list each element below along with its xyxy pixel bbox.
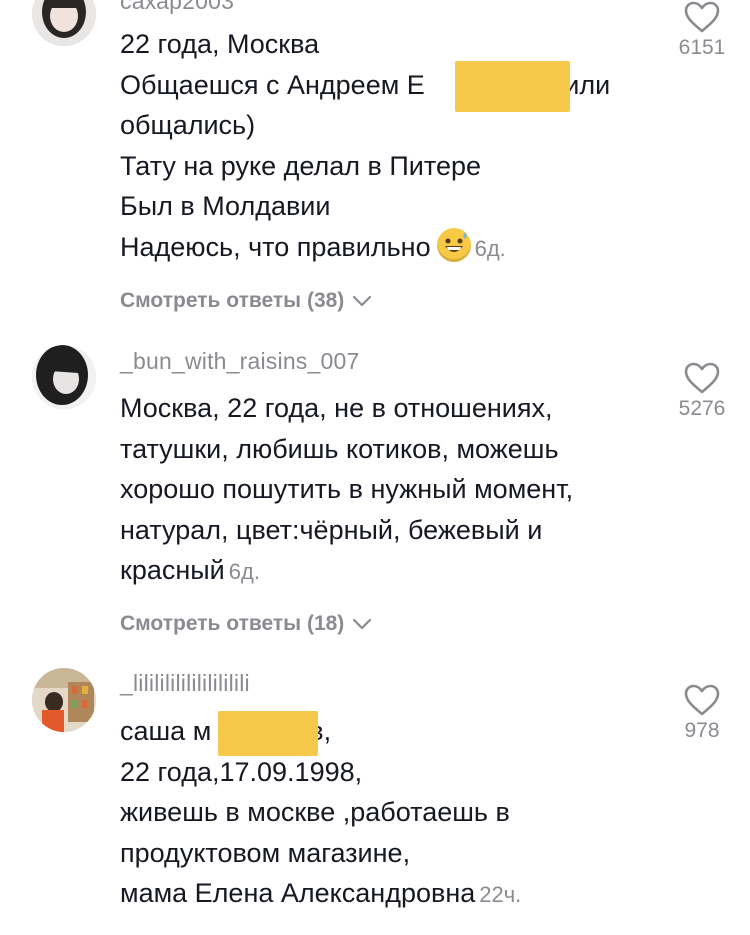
like-button[interactable]: 978 (667, 683, 737, 743)
heart-icon (667, 361, 737, 395)
like-count: 6151 (678, 36, 726, 59)
comment-line: 22 года, Москва (120, 29, 320, 59)
comment-line: Был в Молдавии (120, 191, 331, 221)
comment-line: мама Елена Александровна 22ч. (120, 878, 522, 908)
comment-line: Надеюсь, что правильно 6д. (120, 227, 640, 270)
comment-line: живешь в москве ,работаешь в (120, 797, 510, 827)
view-replies-label: Смотреть ответы (18) (120, 612, 345, 635)
like-button[interactable]: 5276 (667, 361, 737, 421)
chevron-down-icon (350, 612, 372, 636)
comment-text: Москва, 22 года, не в отношениях, татушк… (120, 388, 640, 593)
comment-timestamp: 22ч. (479, 882, 522, 907)
avatar[interactable] (32, 345, 96, 409)
like-count: 978 (684, 719, 720, 742)
comment-timestamp: 6д. (228, 559, 260, 584)
comment-text: саша м в, 22 года,17.09.1998, живешь в мо… (120, 711, 640, 916)
like-count: 5276 (678, 397, 726, 420)
comment-line: Тату на руке делал в Питере (120, 150, 481, 181)
comment-line: хорошо пошутить в нужный момент, (120, 474, 574, 504)
comment-line: красный 6д. (120, 555, 260, 585)
view-replies-label: Смотреть ответы (38) (120, 289, 345, 312)
heart-icon (667, 683, 737, 717)
grinning-sweat-emoji-icon (436, 227, 471, 262)
avatar[interactable] (32, 0, 96, 46)
view-replies-button[interactable]: Смотреть ответы (38) (120, 289, 372, 313)
comment-line: продуктовом магазине, (120, 837, 411, 868)
comment-line: 22 года,17.09.1998, (120, 756, 363, 787)
like-button[interactable]: 6151 (667, 0, 737, 60)
avatar[interactable] (32, 668, 96, 732)
comment-line: натурал, цвет:чёрный, бежевый и (120, 514, 543, 545)
chevron-down-icon (350, 289, 372, 313)
comment-line: татушки, любишь котиков, можешь (120, 433, 559, 464)
redaction-block (455, 61, 570, 112)
comment-timestamp: 6д. (474, 235, 506, 261)
redaction-block (218, 711, 318, 756)
view-replies-button[interactable]: Смотреть ответы (18) (120, 612, 372, 636)
heart-icon (667, 0, 737, 34)
comment-line: саша м в, (120, 716, 332, 746)
comment-username[interactable]: _bun_with_raisins_007 (120, 348, 359, 375)
comment-username[interactable]: _lilililililililililili (120, 670, 250, 697)
comment-line: Москва, 22 года, не в отношениях, (120, 393, 553, 423)
comment-username[interactable]: сахар2003 (120, 0, 234, 15)
